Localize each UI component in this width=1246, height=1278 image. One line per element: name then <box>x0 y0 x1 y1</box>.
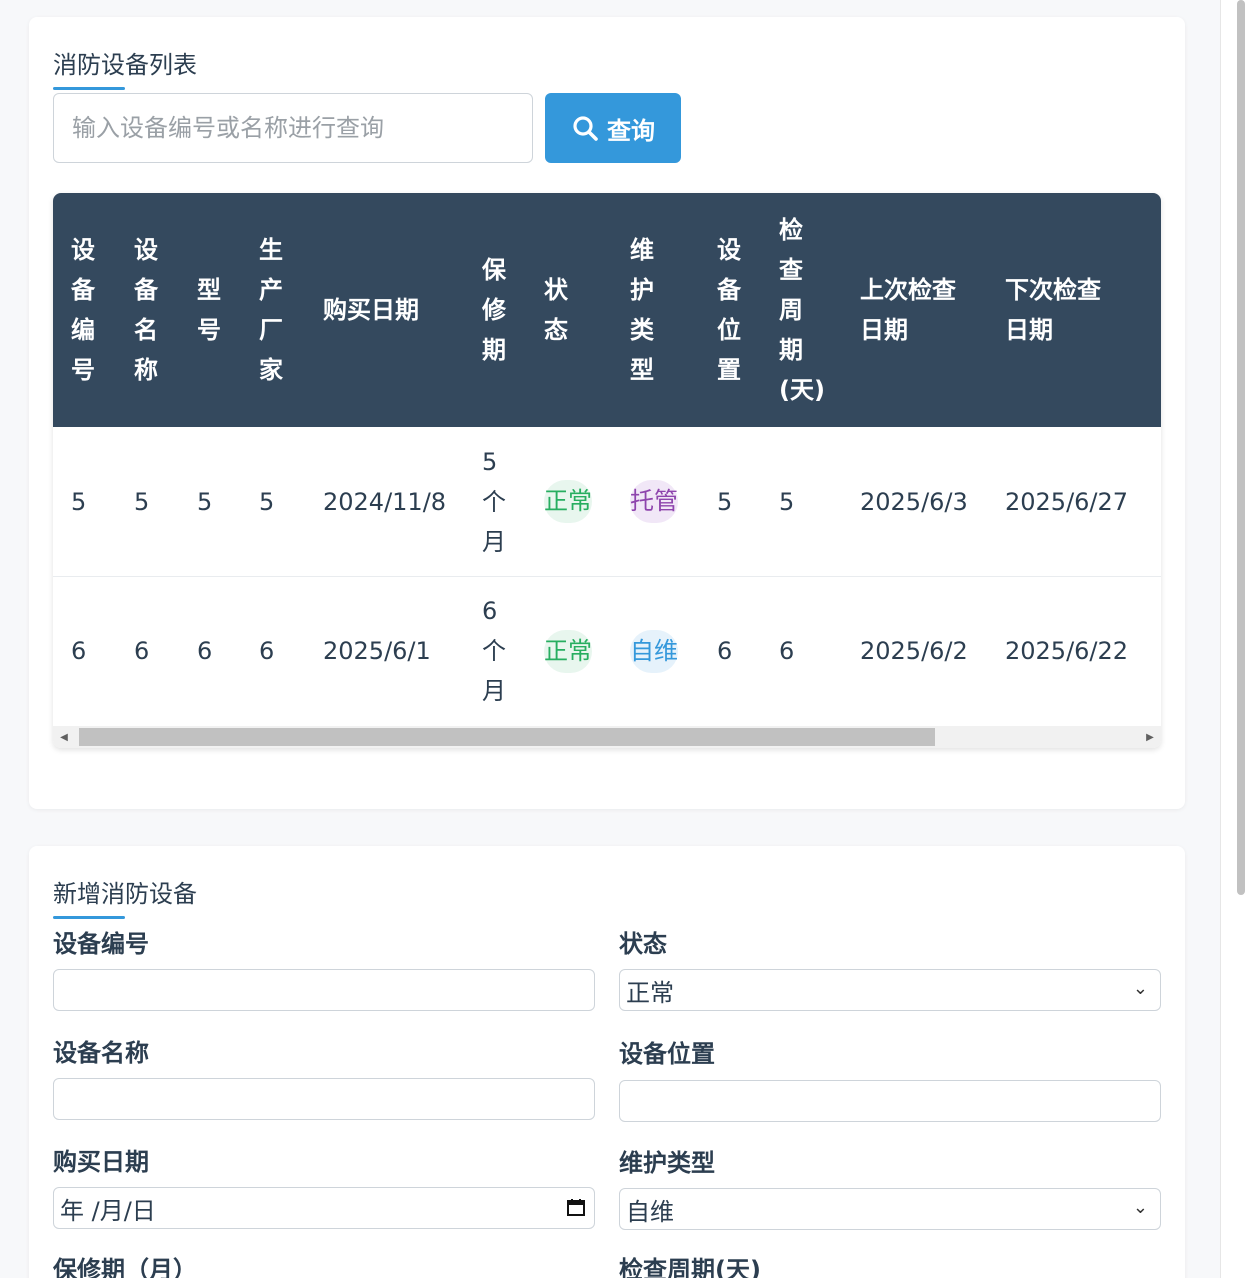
th-maker: 生产厂家 <box>241 193 305 427</box>
status-select[interactable]: 正常 ⌄ <box>619 969 1161 1011</box>
cell-purchase: 2025/6/1 <box>323 637 431 665</box>
calendar-icon[interactable] <box>566 1197 586 1217</box>
cell-cycle: 6 <box>779 637 795 665</box>
cell-maker: 5 <box>241 427 305 577</box>
cell-status: 正常 <box>526 427 612 577</box>
table-row[interactable]: 6 6 6 6 2025/6/1 6个月 正常 自维 6 6 2025/6/2 … <box>53 577 1161 726</box>
label-warranty: 保修期（月） <box>53 1256 197 1278</box>
form-title: 新增消防设备 <box>53 874 197 919</box>
equipment-table: 设备编号 设备名称 型号 生产厂家 购买日期 保修期 状态 维护类型 设备位置 … <box>53 193 1161 725</box>
maint-select-value: 自维 <box>626 1197 674 1226</box>
scroll-left-arrow-icon[interactable]: ◀ <box>53 726 75 748</box>
horizontal-scrollbar[interactable]: ◀ ▶ <box>53 726 1161 748</box>
th-warranty: 保修期 <box>464 193 526 427</box>
vertical-scroll-thumb[interactable] <box>1237 0 1245 895</box>
status-select-value: 正常 <box>626 978 674 1007</box>
cell-name: 6 <box>134 637 150 665</box>
purchase-date-field[interactable]: 年 /月/日 <box>53 1187 595 1229</box>
label-name: 设备名称 <box>53 1039 149 1067</box>
table-row[interactable]: 5 5 5 5 2024/11/8 5个月 正常 托管 5 5 2025/6/3… <box>53 427 1161 577</box>
table-header-row: 设备编号 设备名称 型号 生产厂家 购买日期 保修期 状态 维护类型 设备位置 … <box>53 193 1161 427</box>
cell-model: 5 <box>179 427 241 577</box>
cell-maint: 托管 <box>612 427 699 577</box>
equipment-location-field[interactable] <box>619 1080 1161 1122</box>
horizontal-scroll-thumb[interactable] <box>79 728 935 746</box>
th-cycle: 检查周期(天) <box>761 193 842 427</box>
chevron-down-icon: ⌄ <box>1132 1197 1148 1218</box>
status-badge: 正常 <box>544 629 592 673</box>
cell-next: 2025/6/22 <box>1005 637 1129 665</box>
cell-warranty: 6个月 <box>482 597 506 705</box>
page: 消防设备列表 查询 设备编号 设备名称 型号 生产厂家 购买日期 保修期 <box>0 0 1220 1278</box>
cell-id: 6 <box>71 637 87 665</box>
cell-name: 5 <box>116 427 179 577</box>
equipment-name-field[interactable] <box>53 1078 595 1120</box>
cell-last: 2025/6/2 <box>860 637 968 665</box>
cell-maker: 6 <box>259 637 275 665</box>
th-maint: 维护类型 <box>612 193 699 427</box>
cell-cycle: 5 <box>761 427 842 577</box>
search-input[interactable] <box>53 93 533 163</box>
cell-status: 正常 <box>526 577 612 726</box>
label-location: 设备位置 <box>619 1040 715 1068</box>
label-purchase: 购买日期 <box>53 1148 149 1176</box>
date-placeholder: 年 /月/日 <box>60 1196 156 1225</box>
vertical-scrollbar[interactable] <box>1220 0 1246 1278</box>
th-last: 上次检查日期 <box>842 193 987 427</box>
maint-badge: 自维 <box>630 629 678 673</box>
cell-warranty: 5个月 <box>464 427 526 577</box>
scroll-right-arrow-icon[interactable]: ▶ <box>1139 726 1161 748</box>
label-cycle: 检查周期(天) <box>619 1256 761 1278</box>
list-title: 消防设备列表 <box>53 45 197 90</box>
th-id: 设备编号 <box>53 193 116 427</box>
search-icon <box>573 116 598 141</box>
th-model: 型号 <box>179 193 241 427</box>
th-name: 设备名称 <box>116 193 179 427</box>
search-button-label: 查询 <box>607 116 655 145</box>
th-next: 下次检查日期 <box>987 193 1161 427</box>
label-id: 设备编号 <box>53 930 149 958</box>
maint-type-select[interactable]: 自维 ⌄ <box>619 1188 1161 1230</box>
label-maint: 维护类型 <box>619 1149 715 1177</box>
th-status: 状态 <box>526 193 612 427</box>
add-equipment-card: 新增消防设备 设备编号 状态 正常 ⌄ 设备名称 设备位置 购买日期 年 /月/… <box>29 846 1185 1278</box>
cell-model: 6 <box>197 637 213 665</box>
cell-last: 2025/6/3 <box>842 427 987 577</box>
maint-badge: 托管 <box>630 480 678 523</box>
th-location: 设备位置 <box>699 193 761 427</box>
cell-purchase: 2024/11/8 <box>305 427 464 577</box>
cell-id: 5 <box>53 427 116 577</box>
chevron-down-icon: ⌄ <box>1132 978 1148 999</box>
equipment-table-wrap: 设备编号 设备名称 型号 生产厂家 购买日期 保修期 状态 维护类型 设备位置 … <box>53 193 1161 748</box>
search-button[interactable]: 查询 <box>545 93 681 163</box>
label-status: 状态 <box>619 930 667 958</box>
cell-location: 6 <box>717 637 733 665</box>
equipment-id-field[interactable] <box>53 969 595 1011</box>
cell-maint: 自维 <box>612 577 699 726</box>
equipment-list-card: 消防设备列表 查询 设备编号 设备名称 型号 生产厂家 购买日期 保修期 <box>29 17 1185 809</box>
cell-next: 2025/6/27 <box>987 427 1161 577</box>
cell-location: 5 <box>699 427 761 577</box>
th-purchase: 购买日期 <box>305 193 464 427</box>
status-badge: 正常 <box>544 480 592 523</box>
